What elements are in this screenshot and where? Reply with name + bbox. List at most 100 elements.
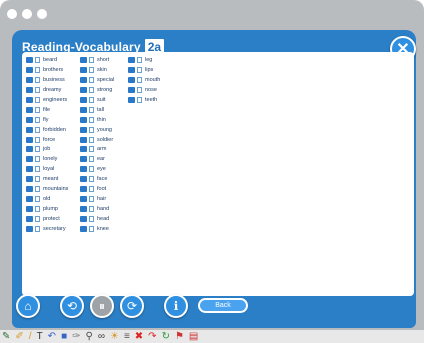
card-icon[interactable] <box>89 205 94 212</box>
book-icon[interactable]: ▤ <box>189 330 198 343</box>
word-item[interactable]: lips <box>128 66 160 75</box>
eraser-icon[interactable]: ✑ <box>72 330 80 343</box>
word-item[interactable]: skin <box>80 66 114 75</box>
audio-icon[interactable] <box>26 166 33 173</box>
card-icon[interactable] <box>89 57 94 64</box>
audio-icon[interactable] <box>128 57 135 64</box>
word-item[interactable]: hand <box>80 204 114 213</box>
card-icon[interactable] <box>35 186 40 193</box>
card-icon[interactable] <box>89 156 94 163</box>
card-icon[interactable] <box>89 195 94 202</box>
word-item[interactable]: business <box>26 76 68 85</box>
word-item[interactable]: leg <box>128 56 160 65</box>
card-icon[interactable] <box>89 77 94 84</box>
card-icon[interactable] <box>35 176 40 183</box>
word-item[interactable]: file <box>26 105 68 114</box>
card-icon[interactable] <box>35 67 40 74</box>
word-item[interactable]: foot <box>80 185 114 194</box>
word-item[interactable]: engineers <box>26 96 68 105</box>
word-item[interactable]: lonely <box>26 155 68 164</box>
zoom-icon[interactable]: ⚲ <box>86 330 93 343</box>
arrow-right-icon[interactable]: ⟳ <box>120 294 144 318</box>
audio-icon[interactable] <box>80 116 87 123</box>
word-item[interactable]: head <box>80 214 114 223</box>
audio-icon[interactable] <box>26 87 33 94</box>
word-item[interactable]: suit <box>80 96 114 105</box>
word-item[interactable]: arm <box>80 145 114 154</box>
audio-icon[interactable] <box>26 205 33 212</box>
audio-icon[interactable] <box>26 97 33 103</box>
word-item[interactable]: thin <box>80 115 114 124</box>
card-icon[interactable] <box>35 225 40 232</box>
audio-icon[interactable] <box>26 67 33 74</box>
audio-icon[interactable] <box>80 97 87 103</box>
card-icon[interactable] <box>35 57 40 64</box>
audio-icon[interactable] <box>80 136 87 143</box>
card-icon[interactable] <box>137 77 142 84</box>
audio-icon[interactable] <box>80 225 87 232</box>
card-icon[interactable] <box>89 87 94 94</box>
audio-icon[interactable] <box>128 87 135 94</box>
card-icon[interactable] <box>35 166 40 173</box>
word-item[interactable]: protect <box>26 214 68 223</box>
word-item[interactable]: special <box>80 76 114 85</box>
card-icon[interactable] <box>35 97 40 103</box>
pause-icon[interactable]: ⏸ <box>90 294 114 318</box>
audio-icon[interactable] <box>80 195 87 202</box>
menu-icon[interactable]: ≡ <box>124 330 130 343</box>
word-item[interactable]: soldier <box>80 135 114 144</box>
redo-icon[interactable]: ↷ <box>148 330 156 343</box>
audio-icon[interactable] <box>26 77 33 84</box>
word-item[interactable]: mouth <box>128 76 160 85</box>
word-item[interactable]: plump <box>26 204 68 213</box>
audio-icon[interactable] <box>26 57 33 64</box>
audio-icon[interactable] <box>80 87 87 94</box>
audio-icon[interactable] <box>80 215 87 222</box>
word-item[interactable]: secretary <box>26 224 68 233</box>
audio-icon[interactable] <box>26 106 33 113</box>
info-icon[interactable]: ℹ <box>164 294 188 318</box>
home-icon[interactable]: ⌂ <box>16 294 40 318</box>
audio-icon[interactable] <box>80 186 87 193</box>
card-icon[interactable] <box>89 97 94 103</box>
word-item[interactable]: eye <box>80 165 114 174</box>
word-item[interactable]: young <box>80 125 114 134</box>
audio-icon[interactable] <box>128 67 135 74</box>
word-item[interactable]: strong <box>80 86 114 95</box>
card-icon[interactable] <box>35 146 40 153</box>
word-item[interactable]: meant <box>26 175 68 184</box>
word-item[interactable]: fly <box>26 115 68 124</box>
card-icon[interactable] <box>137 67 142 74</box>
audio-icon[interactable] <box>80 77 87 84</box>
word-item[interactable]: teeth <box>128 96 160 105</box>
card-icon[interactable] <box>89 225 94 232</box>
audio-icon[interactable] <box>26 156 33 163</box>
audio-icon[interactable] <box>80 67 87 74</box>
word-item[interactable]: forbidden <box>26 125 68 134</box>
card-icon[interactable] <box>89 136 94 143</box>
card-icon[interactable] <box>89 116 94 123</box>
word-item[interactable]: hair <box>80 194 114 203</box>
word-item[interactable]: job <box>26 145 68 154</box>
audio-icon[interactable] <box>26 225 33 232</box>
text-tool-icon[interactable]: T <box>37 330 43 343</box>
pencil-icon[interactable]: ✐ <box>15 330 23 343</box>
card-icon[interactable] <box>35 136 40 143</box>
audio-icon[interactable] <box>26 195 33 202</box>
card-icon[interactable] <box>137 87 142 94</box>
audio-icon[interactable] <box>80 166 87 173</box>
word-item[interactable]: ear <box>80 155 114 164</box>
glasses-icon[interactable]: ∞ <box>98 330 105 343</box>
audio-icon[interactable] <box>80 106 87 113</box>
card-icon[interactable] <box>89 186 94 193</box>
undo-icon[interactable]: ↶ <box>48 330 56 343</box>
audio-icon[interactable] <box>26 126 33 133</box>
word-item[interactable]: mountains <box>26 185 68 194</box>
word-item[interactable]: old <box>26 194 68 203</box>
spotlight-icon[interactable]: ☀ <box>110 330 119 343</box>
arrow-left-icon[interactable]: ⟲ <box>60 294 84 318</box>
back-button[interactable]: Back <box>198 298 248 313</box>
audio-icon[interactable] <box>26 215 33 222</box>
card-icon[interactable] <box>89 166 94 173</box>
card-icon[interactable] <box>89 146 94 153</box>
